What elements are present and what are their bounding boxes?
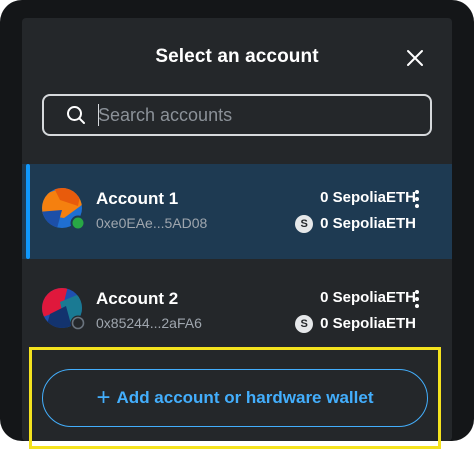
account-address: 0xe0EAe...5AD08 — [96, 215, 208, 231]
account-balance-secondary: S 0 SepoliaETH — [295, 315, 416, 333]
search-field[interactable] — [42, 94, 432, 136]
plus-icon: + — [96, 384, 111, 411]
dialog-backdrop: Select an account Search accounts Accoun… — [0, 0, 474, 441]
account-row-2[interactable]: Account 2 0x85244...2aFA6 0 SepoliaETH S… — [22, 264, 452, 359]
search-icon — [67, 106, 85, 124]
add-account-label: Add account or hardware wallet — [116, 388, 374, 407]
network-badge-icon: S — [295, 215, 314, 233]
account-selector-dialog: Select an account Search accounts Accoun… — [22, 18, 452, 441]
account-balance-secondary: S 0 SepoliaETH — [295, 215, 416, 233]
network-badge-icon: S — [295, 315, 314, 333]
balance-text: 0 SepoliaETH — [320, 315, 416, 332]
account-avatar-icon — [42, 188, 86, 231]
add-account-button[interactable]: + Add account or hardware wallet — [42, 369, 428, 427]
account-balance-primary: 0 SepoliaETH — [320, 189, 416, 206]
account-avatar-icon — [42, 288, 86, 331]
kebab-menu-icon[interactable] — [410, 188, 424, 210]
close-icon — [407, 50, 423, 66]
close-button[interactable] — [403, 46, 427, 70]
kebab-menu-icon[interactable] — [410, 288, 424, 310]
account-name: Account 2 — [96, 289, 179, 308]
account-name: Account 1 — [96, 189, 179, 208]
account-row-1[interactable]: Account 1 0xe0EAe...5AD08 0 SepoliaETH S… — [22, 164, 452, 259]
selected-indicator — [26, 164, 30, 259]
balance-text: 0 SepoliaETH — [320, 215, 416, 232]
dialog-title: Select an account — [155, 46, 319, 67]
search-input[interactable] — [98, 96, 418, 134]
account-balance-primary: 0 SepoliaETH — [320, 289, 416, 306]
account-address: 0x85244...2aFA6 — [96, 315, 202, 331]
